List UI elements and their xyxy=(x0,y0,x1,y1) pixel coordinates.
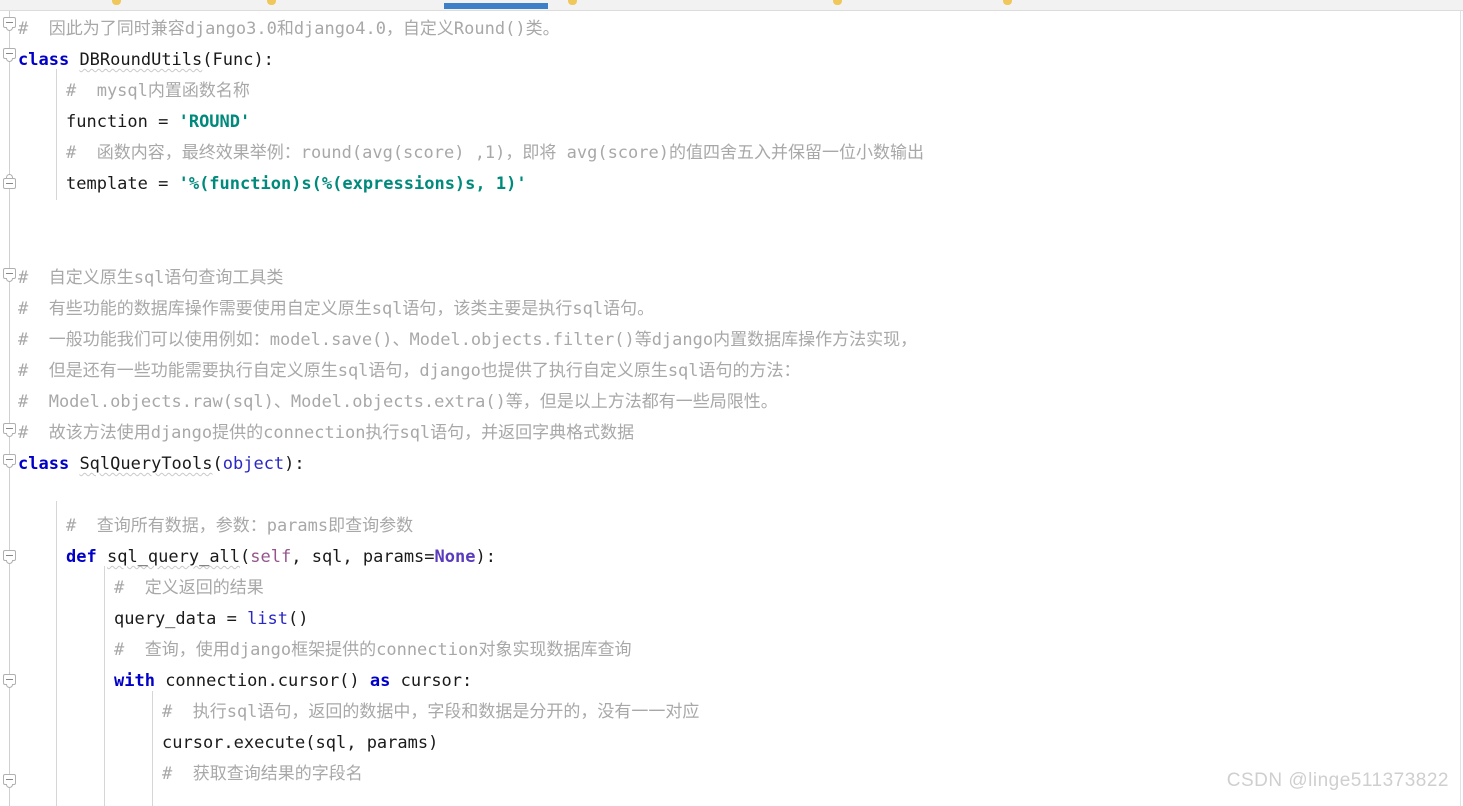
code-line[interactable]: # 因此为了同时兼容django3.0和django4.0，自定义Round()… xyxy=(18,14,560,45)
inspection-marker-warning[interactable] xyxy=(1003,0,1012,5)
code-line[interactable]: # mysql内置函数名称 xyxy=(66,76,250,107)
code-line[interactable]: # 查询所有数据，参数：params即查询参数 xyxy=(66,511,413,542)
code-token-string: '%(function)s(%(expressions)s, 1)' xyxy=(178,174,527,194)
code-line[interactable]: # 获取查询结果的字段名 xyxy=(162,759,363,790)
code-token-comment: # 但是还有一些功能需要执行自定义原生sql语句，django也提供了执行自定义… xyxy=(18,361,801,381)
code-token-comment: # 一般功能我们可以使用例如：model.save()、Model.object… xyxy=(18,330,918,350)
fold-region-tip xyxy=(6,58,13,62)
code-line[interactable]: query_data = list() xyxy=(114,604,309,635)
code-token-keyword_blue: class xyxy=(18,454,70,474)
fold-region-tip xyxy=(6,784,13,788)
code-line[interactable]: template = '%(function)s(%(expressions)s… xyxy=(66,169,527,200)
code-token-plain: cursor: xyxy=(390,671,473,691)
code-line[interactable]: # 定义返回的结果 xyxy=(114,573,264,604)
code-token-comment: # 执行sql语句，返回的数据中，字段和数据是分开的，没有一一对应 xyxy=(162,702,700,722)
code-token-classname: SqlQueryTools xyxy=(79,454,213,474)
fold-toggle-icon[interactable] xyxy=(2,47,17,62)
inspection-marker-warning[interactable] xyxy=(568,0,577,5)
code-token-comment: # 有些功能的数据库操作需要使用自定义原生sql语句，该类主要是执行sql语句。 xyxy=(18,299,655,319)
fold-region-tip xyxy=(6,464,13,468)
code-token-builtin: list xyxy=(247,609,289,629)
inspection-marker-warning[interactable] xyxy=(267,0,276,5)
code-token-plain: ( xyxy=(212,454,223,474)
code-line[interactable]: # 查询，使用django框架提供的connection对象实现数据库查询 xyxy=(114,635,631,666)
code-token-funcname: sql_query_all xyxy=(106,547,241,567)
code-token-comment: # 查询所有数据，参数：params即查询参数 xyxy=(66,516,414,536)
code-token-comment: # 函数内容，最终效果举例：round(avg(score) ,1)，即将 av… xyxy=(66,143,924,163)
code-token-plain: ): xyxy=(284,454,305,474)
fold-toggle-icon[interactable] xyxy=(2,453,17,468)
fold-toggle-icon[interactable] xyxy=(2,422,17,437)
code-line[interactable]: # 执行sql语句，返回的数据中，字段和数据是分开的，没有一一对应 xyxy=(162,697,699,728)
code-token-classname: DBRoundUtils xyxy=(79,50,203,70)
inspection-marker-warning[interactable] xyxy=(112,0,121,5)
code-line[interactable]: class DBRoundUtils(Func): xyxy=(18,45,274,76)
code-token-plain: () xyxy=(288,609,309,629)
code-token-plain: (Func): xyxy=(202,50,274,70)
code-token-keyword_blue: with xyxy=(114,671,155,691)
code-token-comment: # 故该方法使用django提供的connection执行sql语句，并返回字典… xyxy=(18,423,635,443)
code-line[interactable]: class SqlQueryTools(object): xyxy=(18,449,305,480)
code-token-plain: ): xyxy=(475,547,496,567)
code-token-keyword_blue: def xyxy=(66,547,97,567)
code-line[interactable]: # 但是还有一些功能需要执行自定义原生sql语句，django也提供了执行自定义… xyxy=(18,356,801,387)
code-line[interactable]: # 一般功能我们可以使用例如：model.save()、Model.object… xyxy=(18,325,917,356)
fold-toggle-icon[interactable] xyxy=(2,174,17,192)
code-token-plain: connection.cursor() xyxy=(154,671,370,691)
code-token-self: self xyxy=(250,547,292,567)
fold-region-tip xyxy=(6,278,13,282)
fold-region-tip xyxy=(6,27,13,31)
fold-toggle-icon[interactable] xyxy=(2,773,17,788)
inspection-marker-warning[interactable] xyxy=(833,0,842,5)
fold-region-tip xyxy=(6,560,13,564)
code-token-string: 'ROUND' xyxy=(178,112,251,132)
code-token-comment: # 定义返回的结果 xyxy=(114,578,264,598)
code-line[interactable]: def sql_query_all(self, sql, params=None… xyxy=(66,542,496,573)
code-line[interactable]: # 故该方法使用django提供的connection执行sql语句，并返回字典… xyxy=(18,418,634,449)
code-line[interactable]: # 有些功能的数据库操作需要使用自定义原生sql语句，该类主要是执行sql语句。 xyxy=(18,294,654,325)
code-line[interactable]: # Model.objects.raw(sql)、Model.objects.e… xyxy=(18,387,778,418)
fold-toggle-icon[interactable] xyxy=(2,673,17,688)
code-line[interactable]: # 自定义原生sql语句查询工具类 xyxy=(18,263,283,294)
code-token-comment: # Model.objects.raw(sql)、Model.objects.e… xyxy=(18,392,778,412)
code-line[interactable]: with connection.cursor() as cursor: xyxy=(114,666,472,697)
code-token-comment: # 查询，使用django框架提供的connection对象实现数据库查询 xyxy=(114,640,632,660)
code-token-plain: cursor.execute(sql, params) xyxy=(162,733,439,753)
code-token-plain: ( xyxy=(240,547,251,567)
code-text-area[interactable]: # 因此为了同时兼容django3.0和django4.0，自定义Round()… xyxy=(18,11,1463,806)
code-token-comment: # 自定义原生sql语句查询工具类 xyxy=(18,268,284,288)
horizontal-scrollbar-thumb[interactable] xyxy=(444,3,548,9)
fold-toggle-icon[interactable] xyxy=(2,16,17,31)
code-token-keyword_blue: as xyxy=(369,671,391,691)
fold-region-tip xyxy=(6,684,13,688)
fold-toggle-icon[interactable] xyxy=(2,549,17,564)
fold-toggle-icon[interactable] xyxy=(2,267,17,282)
code-token-keyword_blue: class xyxy=(18,50,70,70)
code-token-comment: # 因此为了同时兼容django3.0和django4.0，自定义Round()… xyxy=(18,19,560,39)
code-line[interactable]: cursor.execute(sql, params) xyxy=(162,728,438,759)
code-line[interactable]: # 函数内容，最终效果举例：round(avg(score) ,1)，即将 av… xyxy=(66,138,924,169)
code-editor-surface[interactable]: # 因此为了同时兼容django3.0和django4.0，自定义Round()… xyxy=(0,11,1463,806)
code-token-plain: , sql, params= xyxy=(291,547,435,567)
code-token-none: None xyxy=(434,547,476,567)
minus-icon xyxy=(3,178,16,189)
code-token-plain: query_data = xyxy=(114,609,248,629)
code-token-plain: function = xyxy=(66,112,179,132)
fold-region-tip xyxy=(6,433,13,437)
code-line[interactable]: function = 'ROUND' xyxy=(66,107,250,138)
editor-top-scrollbar-strip[interactable] xyxy=(0,0,1463,11)
code-token-builtin: object xyxy=(222,454,285,474)
code-token-plain: template = xyxy=(66,174,179,194)
code-token-comment: # mysql内置函数名称 xyxy=(66,81,250,101)
editor-folding-gutter[interactable] xyxy=(0,11,18,806)
code-token-comment: # 获取查询结果的字段名 xyxy=(162,764,363,784)
fold-region-tip xyxy=(6,174,13,178)
